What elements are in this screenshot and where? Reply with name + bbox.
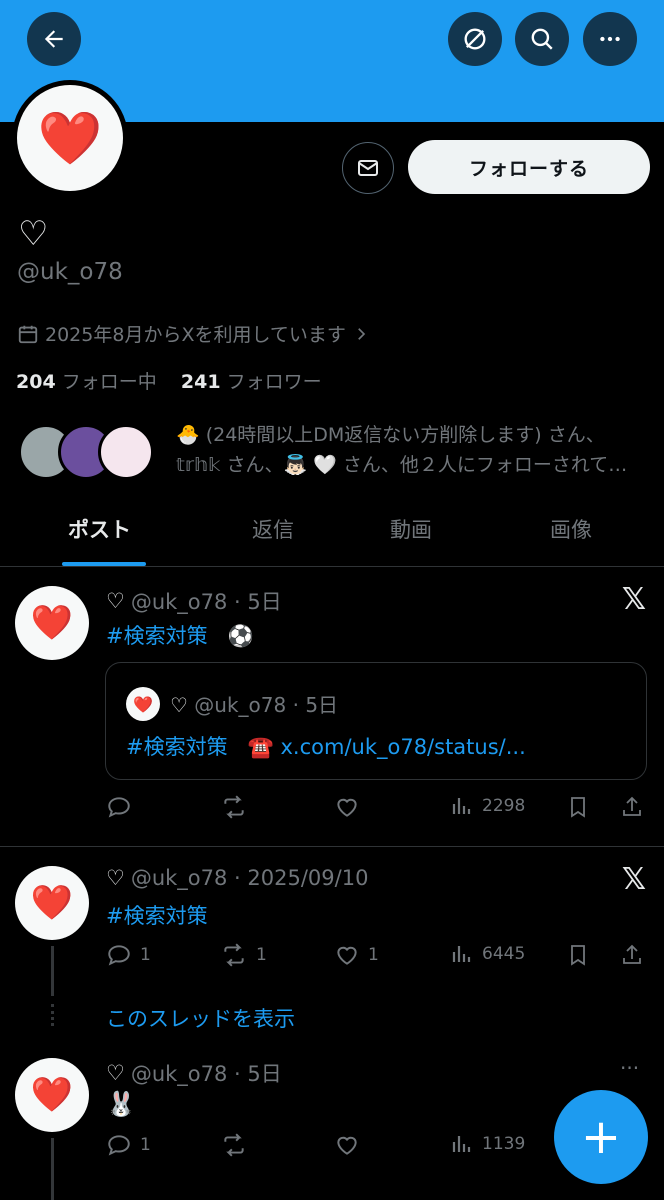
- joined-date[interactable]: 2025年8月からXを利用しています: [17, 320, 370, 347]
- bookmark-button[interactable]: [566, 794, 590, 820]
- profile-tabs: ポスト 返信 動画 画像: [0, 500, 664, 567]
- known-followers-line2: 𝕥𝕣𝕙𝕜 さん、👼🏻 🤍 さん、他２人にフォローされて…: [176, 454, 628, 476]
- reply-icon: [108, 945, 130, 966]
- search-button[interactable]: [515, 12, 569, 66]
- post-header: ♡ @uk_o78 · 5日: [106, 1061, 282, 1086]
- post-header: ♡ @uk_o78 · 2025/09/10: [106, 866, 369, 890]
- profile-avatar[interactable]: ❤️: [12, 80, 128, 196]
- share-button[interactable]: [620, 794, 644, 820]
- like-button[interactable]: 1: [334, 942, 379, 968]
- post-avatar[interactable]: ❤️: [15, 866, 89, 940]
- grok-icon: [464, 28, 486, 50]
- views-icon: [452, 798, 471, 814]
- quoted-post[interactable]: ❤️ ♡ @uk_o78 · 5日 #検索対策 ☎️ x.com/uk_o78/…: [105, 662, 647, 780]
- reply-button[interactable]: [106, 794, 132, 820]
- repost-button[interactable]: 1: [220, 942, 267, 968]
- chevron-right-icon: [358, 327, 366, 340]
- plus-icon: +: [580, 1109, 622, 1165]
- mail-icon: [358, 160, 378, 176]
- arrow-left-icon: [44, 30, 63, 48]
- post-header: ♡ @uk_o78 · 5日: [106, 589, 282, 614]
- repost-button[interactable]: [220, 794, 248, 820]
- post-text[interactable]: 🐰: [106, 1090, 136, 1118]
- x-logo-icon[interactable]: 𝕏: [622, 582, 646, 617]
- reply-icon: [108, 1135, 130, 1156]
- repost-icon: [224, 943, 244, 967]
- calendar-icon: [18, 325, 38, 343]
- views-button[interactable]: 2298: [450, 794, 525, 818]
- post-divider: [0, 846, 664, 847]
- heart-icon: [337, 798, 357, 817]
- share-icon: [623, 944, 641, 964]
- follow-button[interactable]: フォローする: [408, 140, 650, 194]
- heart-icon: [337, 1136, 357, 1155]
- tab-active-indicator: [62, 562, 146, 566]
- search-icon: [531, 28, 553, 50]
- tab-posts[interactable]: ポスト: [68, 514, 131, 544]
- post-actions: 2298: [106, 794, 652, 826]
- views-button[interactable]: 1139: [450, 1132, 525, 1156]
- bookmark-icon: [571, 797, 585, 818]
- message-button[interactable]: [342, 142, 394, 194]
- compose-button[interactable]: +: [554, 1090, 648, 1184]
- repost-icon: [224, 1133, 244, 1157]
- like-button[interactable]: [334, 1132, 360, 1158]
- tab-videos[interactable]: 動画: [390, 514, 432, 544]
- share-icon: [623, 796, 641, 816]
- quote-header: ♡ @uk_o78 · 5日: [170, 693, 339, 717]
- tab-images[interactable]: 画像: [550, 514, 592, 544]
- x-logo-icon[interactable]: 𝕏: [622, 862, 646, 897]
- post-avatar[interactable]: ❤️: [15, 586, 89, 660]
- heart-avatar-emoji: ❤️: [37, 108, 103, 169]
- bookmark-icon: [571, 945, 585, 966]
- grok-button[interactable]: [448, 12, 502, 66]
- heart-icon: [337, 946, 357, 965]
- views-icon: [452, 1136, 471, 1152]
- followers-link[interactable]: 241 フォロワー: [181, 371, 322, 393]
- thread-line: [51, 946, 54, 996]
- thread-dots: [51, 1004, 54, 1026]
- views-icon: [452, 946, 471, 962]
- share-button[interactable]: [620, 942, 644, 968]
- quote-text: #検索対策 ☎️ x.com/uk_o78/status/...: [126, 735, 526, 759]
- repost-icon: [224, 795, 244, 819]
- known-followers[interactable]: 🐣 (24時間以上DM返信ない方削除します) さん、 𝕥𝕣𝕙𝕜 さん、👼🏻 🤍 …: [18, 420, 658, 490]
- back-button[interactable]: [27, 12, 81, 66]
- views-button[interactable]: 6445: [450, 942, 525, 966]
- following-link[interactable]: 204 フォロー中: [16, 371, 157, 393]
- reply-button[interactable]: 1: [106, 942, 151, 968]
- known-followers-line1: 🐣 (24時間以上DM返信ない方削除します) さん、: [176, 424, 605, 446]
- tab-replies[interactable]: 返信: [252, 514, 294, 544]
- follower-avatar-3: [98, 424, 154, 480]
- profile-handle: @uk_o78: [17, 259, 123, 285]
- reply-button[interactable]: 1: [106, 1132, 151, 1158]
- reply-icon: [108, 797, 130, 818]
- show-thread-link[interactable]: このスレッドを表示: [106, 1003, 295, 1033]
- thread-line: [51, 1138, 54, 1200]
- quote-avatar: ❤️: [126, 687, 160, 721]
- more-button[interactable]: [583, 12, 637, 66]
- more-icon: [600, 36, 620, 42]
- bookmark-button[interactable]: [566, 942, 590, 968]
- display-name: ♡: [18, 214, 49, 254]
- post-text[interactable]: #検索対策: [106, 900, 208, 930]
- repost-button[interactable]: [220, 1132, 248, 1158]
- post-actions: 1 1 1 6445: [106, 942, 652, 974]
- post-more-icon[interactable]: ···: [620, 1056, 639, 1080]
- like-button[interactable]: [334, 794, 360, 820]
- follow-counts: 204 フォロー中 241 フォロワー: [16, 367, 322, 394]
- post-text[interactable]: #検索対策 ⚽: [106, 620, 254, 650]
- post-avatar[interactable]: ❤️: [15, 1058, 89, 1132]
